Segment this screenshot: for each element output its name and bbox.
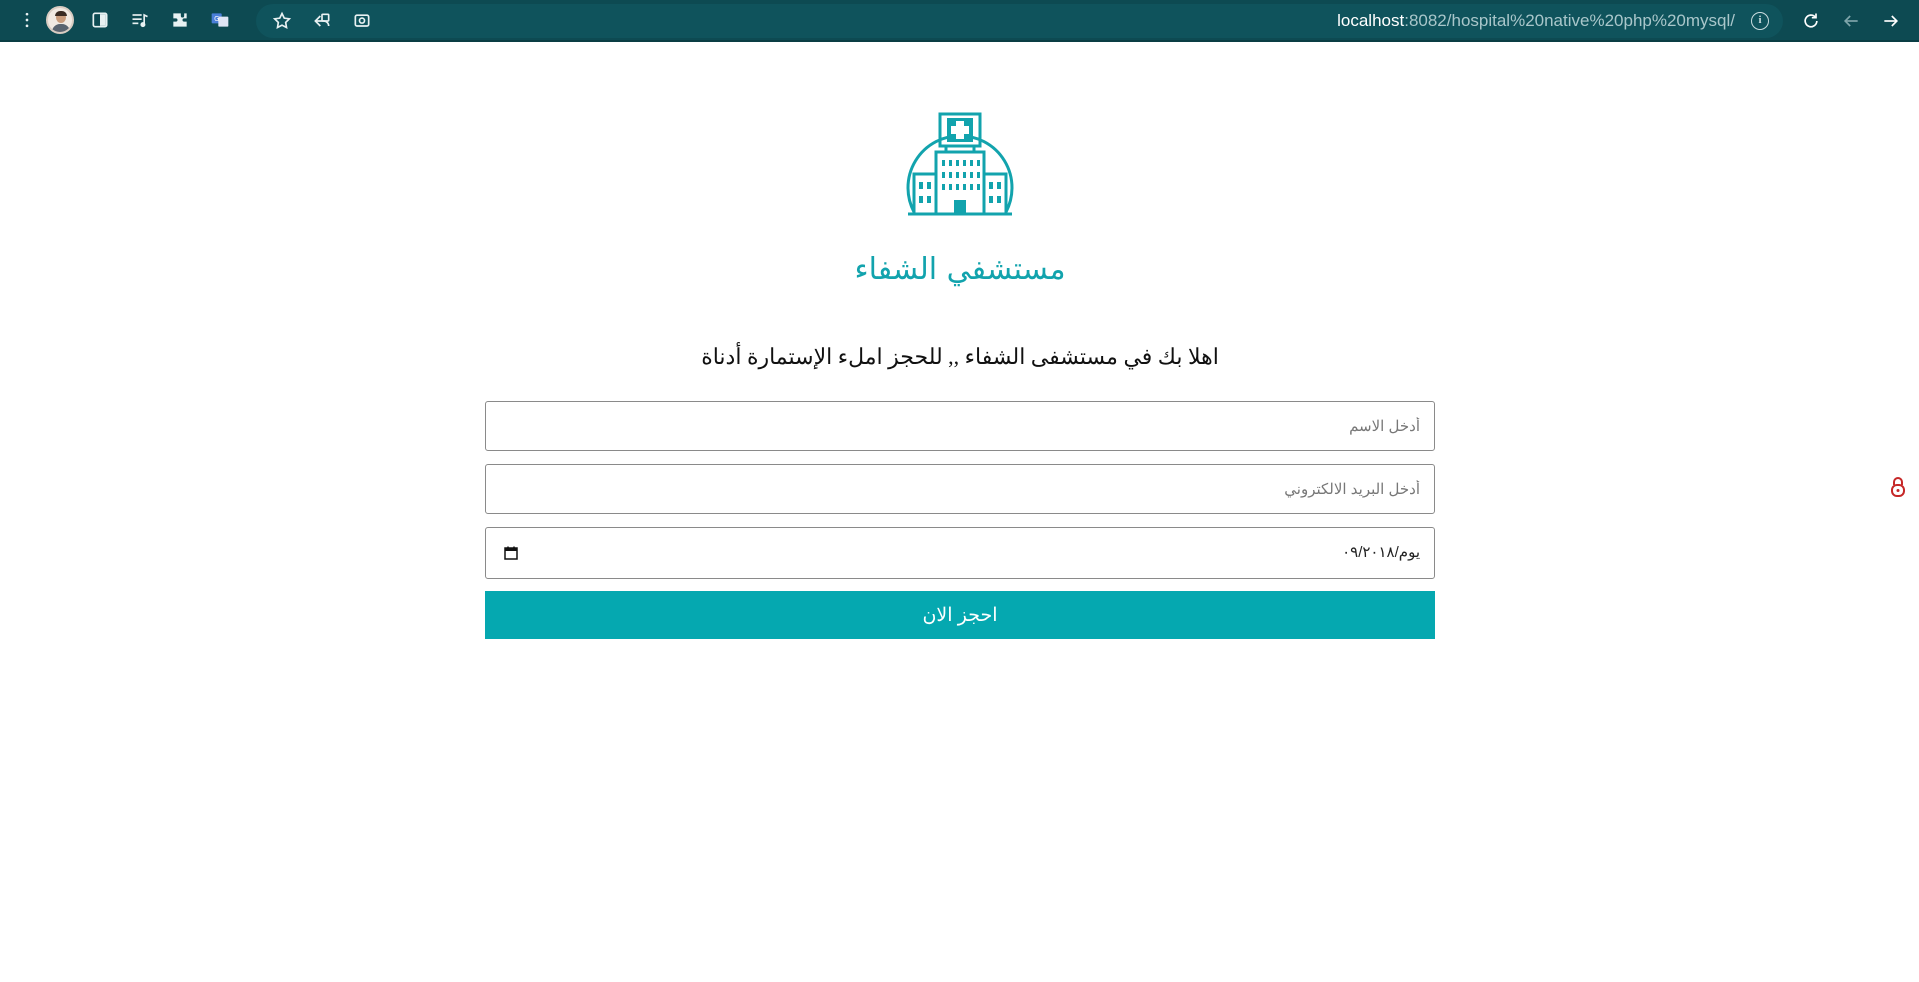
page-content: مستشفي الشفاء اهلا بك في مستشفى الشفاء ,… bbox=[0, 44, 1919, 982]
media-list-icon[interactable] bbox=[120, 0, 160, 40]
menu-dots-icon[interactable] bbox=[14, 0, 40, 40]
brand-title: مستشفي الشفاء bbox=[854, 252, 1066, 287]
date-field[interactable]: يوم/٠٩/٢٠١٨ bbox=[485, 527, 1435, 579]
browser-toolbar: G localhost:8082/hospital%20native%20php… bbox=[0, 0, 1919, 42]
url-text[interactable]: localhost:8082/hospital%20native%20php%2… bbox=[1337, 4, 1735, 38]
sidebar-icon[interactable] bbox=[80, 0, 120, 40]
extensions-icon[interactable] bbox=[160, 0, 200, 40]
star-icon[interactable] bbox=[262, 1, 302, 41]
avatar bbox=[46, 6, 74, 34]
share-icon[interactable] bbox=[302, 1, 342, 41]
date-value[interactable]: يوم/٠٩/٢٠١٨ bbox=[1342, 528, 1420, 578]
address-bar-actions bbox=[256, 1, 382, 41]
email-input[interactable] bbox=[486, 465, 1434, 513]
reload-icon[interactable] bbox=[1791, 1, 1831, 41]
screenshot-icon[interactable] bbox=[342, 1, 382, 41]
hospital-logo-icon bbox=[900, 100, 1020, 220]
calendar-icon[interactable] bbox=[504, 546, 518, 560]
name-input[interactable] bbox=[486, 402, 1434, 450]
email-field[interactable] bbox=[485, 464, 1435, 514]
url-host: localhost bbox=[1337, 11, 1405, 30]
address-bar[interactable]: localhost:8082/hospital%20native%20php%2… bbox=[256, 4, 1783, 38]
book-now-button[interactable]: احجز الان bbox=[485, 591, 1435, 639]
profile-button[interactable] bbox=[40, 0, 80, 40]
name-field[interactable] bbox=[485, 401, 1435, 451]
translate-icon[interactable]: G bbox=[200, 0, 240, 40]
back-icon[interactable] bbox=[1831, 1, 1871, 41]
info-icon[interactable]: i bbox=[1751, 12, 1769, 30]
welcome-text: اهلا بك في مستشفى الشفاء ,, للحجز املء ا… bbox=[701, 344, 1219, 369]
svg-text:G: G bbox=[214, 15, 219, 23]
toolbar-left-group: G bbox=[0, 0, 240, 40]
forward-icon[interactable] bbox=[1871, 1, 1911, 41]
toolbar-right-group bbox=[1791, 1, 1911, 41]
url-path: :8082/hospital%20native%20php%20mysql/ bbox=[1404, 11, 1735, 30]
lock-icon[interactable] bbox=[1889, 476, 1907, 498]
